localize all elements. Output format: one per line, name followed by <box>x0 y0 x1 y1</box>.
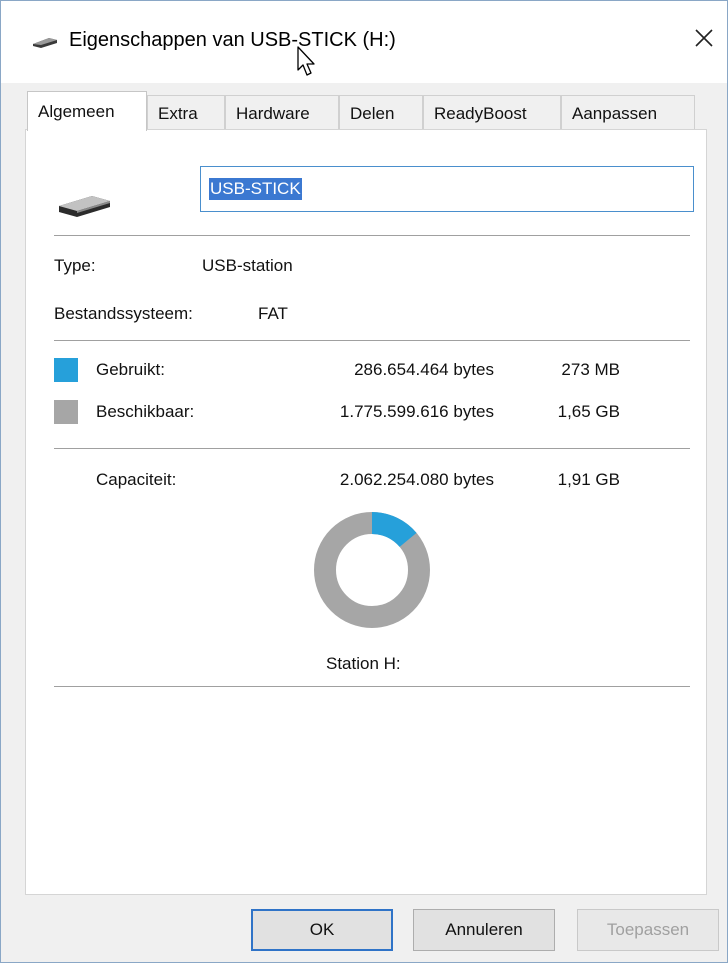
filesystem-value: FAT <box>258 304 288 323</box>
mouse-cursor-icon <box>297 46 315 76</box>
tab-aanpassen[interactable]: Aanpassen <box>561 95 695 131</box>
close-button[interactable] <box>687 21 721 55</box>
separator <box>54 340 690 341</box>
disk-usage-donut <box>314 512 430 628</box>
free-size: 1,65 GB <box>557 402 620 421</box>
filesystem-label: Bestandssysteem: <box>54 304 193 323</box>
used-space-swatch <box>54 358 78 382</box>
type-label: Type: <box>54 256 96 275</box>
title-bar[interactable]: Eigenschappen van USB-STICK (H:) <box>1 1 727 83</box>
free-label: Beschikbaar: <box>96 402 195 421</box>
tab-extra[interactable]: Extra <box>147 95 225 131</box>
tab-delen[interactable]: Delen <box>339 95 423 131</box>
window-title: Eigenschappen van USB-STICK (H:) <box>69 29 396 51</box>
drive-letter-label: Station H: <box>326 654 401 673</box>
drive-name-input[interactable]: USB-STICK <box>200 166 694 212</box>
capacity-bytes: 2.062.254.080 bytes <box>339 470 494 489</box>
drive-name-selected-text: USB-STICK <box>209 178 302 200</box>
general-tab-panel: USB-STICK Type: USB-station Bestandssyst… <box>25 129 707 895</box>
free-bytes: 1.775.599.616 bytes <box>339 402 494 421</box>
capacity-size: 1,91 GB <box>557 470 620 489</box>
tab-algemeen[interactable]: Algemeen <box>27 91 147 131</box>
free-space-swatch <box>54 400 78 424</box>
close-icon <box>695 29 713 47</box>
capacity-label: Capaciteit: <box>96 470 177 489</box>
usb-drive-icon <box>59 196 110 217</box>
separator <box>54 235 690 236</box>
cancel-button[interactable]: Annuleren <box>413 909 555 951</box>
ok-button[interactable]: OK <box>251 909 393 951</box>
tab-strip: Algemeen Extra Hardware Delen ReadyBoost… <box>27 91 695 131</box>
tab-readyboost[interactable]: ReadyBoost <box>423 95 561 131</box>
separator <box>54 448 690 449</box>
tab-hardware[interactable]: Hardware <box>225 95 339 131</box>
used-bytes: 286.654.464 bytes <box>354 360 494 379</box>
used-size: 273 MB <box>561 360 620 379</box>
separator <box>54 686 690 687</box>
properties-window: Eigenschappen van USB-STICK (H:) Algemee… <box>0 0 728 963</box>
type-value: USB-station <box>202 256 293 275</box>
used-label: Gebruikt: <box>96 360 165 379</box>
apply-button[interactable]: Toepassen <box>577 909 719 951</box>
usb-drive-icon <box>33 38 57 48</box>
